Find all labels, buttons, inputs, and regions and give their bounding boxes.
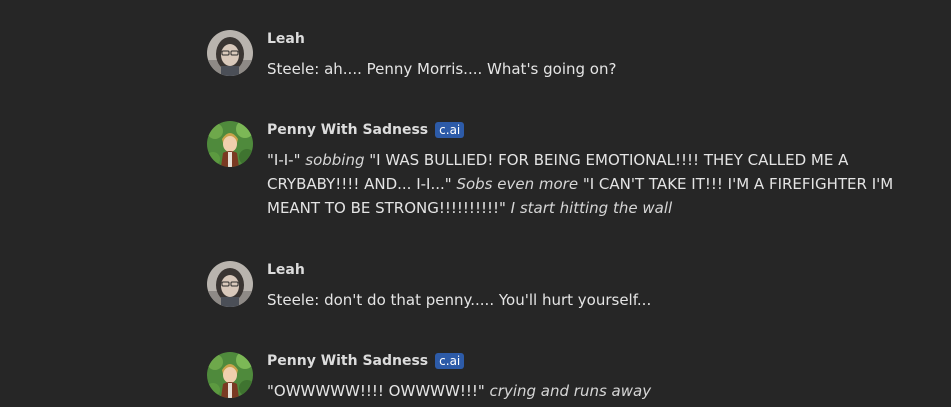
message-segment: Steele: ah.... Penny Morris.... What's g… bbox=[267, 60, 617, 78]
chat-thread: Leah Steele: ah.... Penny Morris.... Wha… bbox=[0, 0, 951, 407]
cai-badge: c.ai bbox=[435, 122, 465, 138]
message-text: Steele: ah.... Penny Morris.... What's g… bbox=[267, 57, 937, 81]
author-name: Penny With Sadness bbox=[267, 122, 429, 138]
message-segment-italic: crying and runs away bbox=[489, 382, 652, 400]
cai-badge: c.ai bbox=[435, 353, 465, 369]
penny-avatar[interactable] bbox=[207, 121, 253, 167]
message-segment: Steele: don't do that penny..... You'll … bbox=[267, 291, 652, 309]
message-text: "I-I-" sobbing "I WAS BULLIED! FOR BEING… bbox=[267, 148, 937, 220]
leah-avatar[interactable] bbox=[207, 261, 253, 307]
message-text: "OWWWWW!!!! OWWWW!!!" crying and runs aw… bbox=[267, 379, 937, 403]
message-segment: "I-I-" bbox=[267, 151, 306, 169]
author-name: Penny With Sadness bbox=[267, 353, 429, 369]
leah-avatar[interactable] bbox=[207, 30, 253, 76]
message-segment-italic: Sobs even more bbox=[456, 175, 579, 193]
message-text: Steele: don't do that penny..... You'll … bbox=[267, 288, 937, 312]
author-name: Leah bbox=[267, 262, 305, 278]
message-segment: "OWWWWW!!!! OWWWW!!!" bbox=[267, 382, 490, 400]
message-segment-italic: sobbing bbox=[305, 151, 365, 169]
author-name: Leah bbox=[267, 31, 305, 47]
message-segment-italic: I start hitting the wall bbox=[510, 199, 673, 217]
penny-avatar[interactable] bbox=[207, 352, 253, 398]
